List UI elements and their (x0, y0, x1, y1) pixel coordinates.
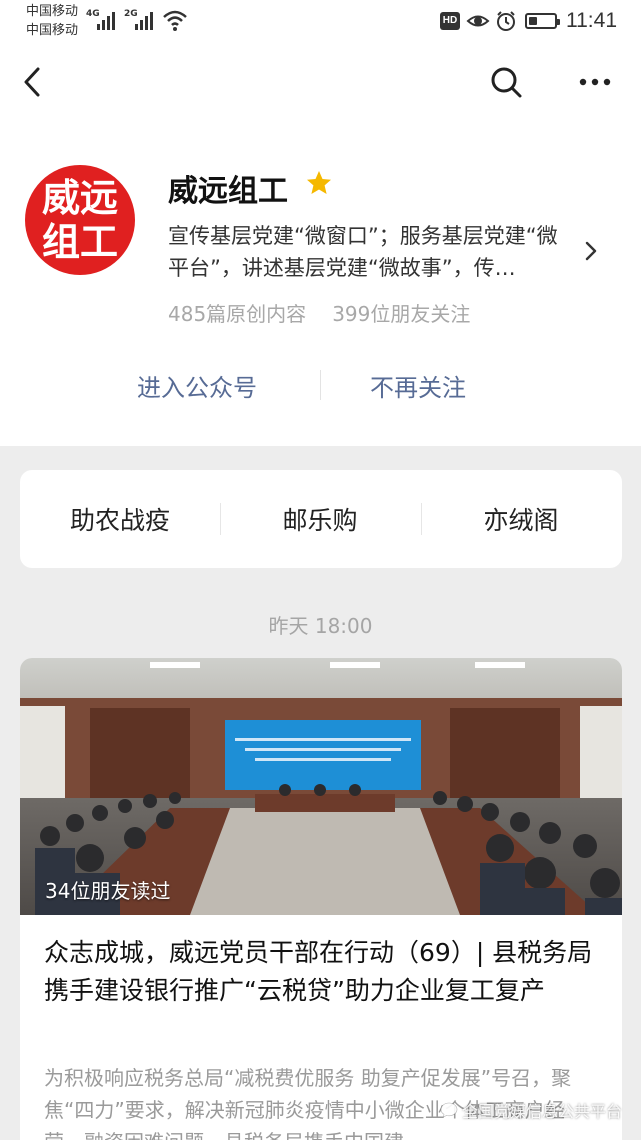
star-icon (307, 171, 331, 194)
chat-bubble-icon (440, 1102, 458, 1118)
account-stats: 485篇原创内容 399位朋友关注 (168, 298, 470, 327)
menu-item-2[interactable]: 邮乐购 (220, 470, 420, 568)
menu-item-1[interactable]: 助农战疫 (20, 470, 220, 568)
back-button[interactable] (12, 62, 52, 102)
original-count: 485篇原创内容 (168, 302, 307, 326)
carrier-2: 中国移动 (26, 23, 79, 38)
search-icon (491, 67, 522, 98)
more-button[interactable] (575, 62, 615, 102)
alarm-icon (497, 11, 515, 31)
avatar-text-line2: 组工 (41, 219, 118, 264)
clock: 11:41 (566, 9, 617, 32)
readers-count: 34位朋友读过 (45, 879, 171, 903)
account-actions: 进入公众号 不再关注 (0, 360, 641, 410)
avatar: 威远 组工 (25, 165, 135, 275)
account-name: 威远组工 (168, 174, 288, 209)
battery-icon (525, 13, 560, 29)
nav-bar (0, 44, 641, 120)
message-timestamp: 昨天 18:00 (268, 614, 373, 638)
signal-icon-2 (135, 10, 153, 30)
eye-comfort-icon (466, 15, 490, 27)
follower-count: 399位朋友关注 (332, 302, 471, 326)
wifi-icon (163, 10, 187, 31)
watermark-text: 全国党媒信息公共平台 (462, 1102, 623, 1121)
account-menu: 助农战疫 邮乐购 亦绒阁 (20, 470, 622, 568)
action-divider (320, 370, 321, 400)
hd-icon: HD (440, 12, 460, 30)
search-button[interactable] (486, 62, 526, 102)
article-card[interactable]: 34位朋友读过 众志成城，威远党员干部在行动（69）| 县税务局携手建设银行推广… (20, 658, 622, 1140)
article-title[interactable]: 众志成城，威远党员干部在行动（69）| 县税务局携手建设银行推广“云税贷”助力企… (44, 934, 604, 1010)
more-icon (579, 78, 611, 86)
status-bar: 中国移动 中国移动 4G 2G HD 11:41 (0, 0, 641, 44)
menu-item-3[interactable]: 亦绒阁 (421, 470, 621, 568)
chevron-right-icon[interactable] (584, 240, 598, 262)
avatar-text-line1: 威远 (41, 175, 118, 220)
account-description[interactable]: 宣传基层党建“微窗口”；服务基层党建“微平台”，讲述基层党建“微故事”，传… (168, 220, 573, 284)
unfollow-button[interactable]: 不再关注 (370, 368, 466, 403)
watermark: 全国党媒信息公共平台 (440, 1098, 622, 1122)
enter-account-button[interactable]: 进入公众号 (137, 368, 257, 403)
signal-icon-1 (97, 10, 115, 30)
carrier-1: 中国移动 (26, 4, 79, 19)
account-profile: 威远 组工 威远组工 宣传基层党建“微窗口”；服务基层党建“微平台”，讲述基层党… (0, 120, 641, 446)
back-arrow-icon (24, 67, 40, 97)
